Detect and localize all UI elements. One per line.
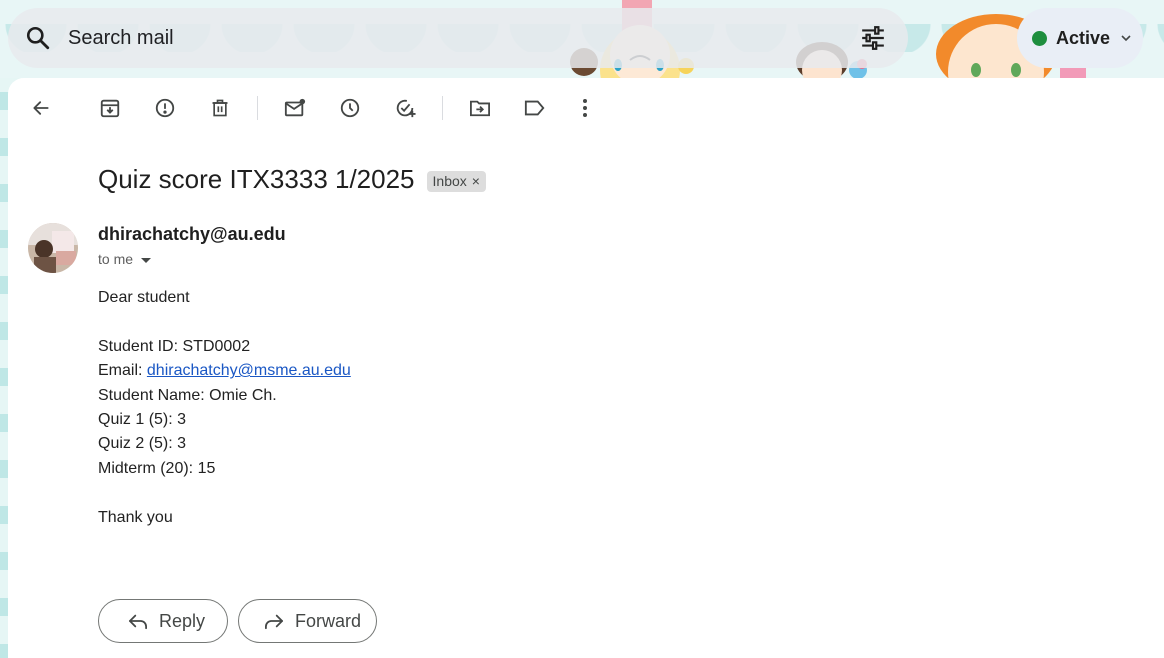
search-input[interactable] xyxy=(68,26,828,50)
archive-icon[interactable] xyxy=(92,90,128,126)
body-email-line: Email: dhirachatchy@msme.au.edu xyxy=(98,359,351,383)
search-icon[interactable] xyxy=(8,8,68,68)
body-blank-line xyxy=(98,310,351,334)
body-blank-line xyxy=(98,481,351,505)
sender-avatar[interactable] xyxy=(28,223,78,273)
email-body: Dear student Student ID: STD0002 Email: … xyxy=(98,286,351,530)
search-bar[interactable] xyxy=(8,8,908,68)
remove-label-icon[interactable]: × xyxy=(472,173,480,189)
move-to-icon[interactable] xyxy=(462,90,498,126)
forward-label: Forward xyxy=(295,610,362,631)
snooze-icon[interactable] xyxy=(332,90,368,126)
body-student-id: Student ID: STD0002 xyxy=(98,337,251,355)
email-subject: Quiz score ITX3333 1/2025 xyxy=(98,164,415,194)
sender-address[interactable]: dhirachatchy@au.edu xyxy=(98,224,286,245)
label-icon[interactable] xyxy=(517,90,553,126)
recipient-text: to me xyxy=(98,251,134,267)
add-task-icon[interactable] xyxy=(387,90,423,126)
forward-icon xyxy=(263,612,285,630)
body-closing: Thank you xyxy=(98,508,173,526)
reply-button[interactable]: Reply xyxy=(98,599,228,643)
chevron-down-icon xyxy=(1120,28,1132,49)
forward-button[interactable]: Forward xyxy=(238,599,377,643)
body-midterm: Midterm (20): 15 xyxy=(98,459,216,477)
reply-label: Reply xyxy=(159,610,206,631)
back-arrow-icon[interactable] xyxy=(23,90,59,126)
recipient-details[interactable]: to me xyxy=(98,251,152,267)
toolbar-separator xyxy=(442,96,443,120)
inbox-label-chip[interactable]: Inbox × xyxy=(426,170,486,192)
caret-down-icon[interactable] xyxy=(141,257,152,263)
subject-row: Quiz score ITX3333 1/2025 Inbox × xyxy=(98,164,486,195)
inbox-label-text: Inbox xyxy=(432,172,467,189)
email-view-panel: Quiz score ITX3333 1/2025 Inbox × dhirac… xyxy=(8,78,1164,658)
delete-icon[interactable] xyxy=(202,90,238,126)
body-greeting: Dear student xyxy=(98,289,190,306)
more-options-icon[interactable] xyxy=(567,90,603,126)
body-quiz2: Quiz 2 (5): 3 xyxy=(98,435,187,453)
reply-icon xyxy=(127,612,149,630)
body-email-prefix: Email: xyxy=(98,362,147,380)
status-active-chip[interactable]: Active xyxy=(1017,8,1143,68)
status-label: Active xyxy=(1056,27,1111,48)
email-toolbar xyxy=(8,78,1164,138)
active-status-dot xyxy=(1032,30,1047,46)
report-spam-icon[interactable] xyxy=(147,90,183,126)
mark-unread-icon[interactable] xyxy=(277,90,313,126)
toolbar-separator xyxy=(257,96,258,120)
body-email-link[interactable]: dhirachatchy@msme.au.edu xyxy=(147,362,351,379)
body-quiz1: Quiz 1 (5): 3 xyxy=(98,410,187,428)
body-student-name: Student Name: Omie Ch. xyxy=(98,386,277,404)
search-options-icon[interactable] xyxy=(858,23,888,53)
